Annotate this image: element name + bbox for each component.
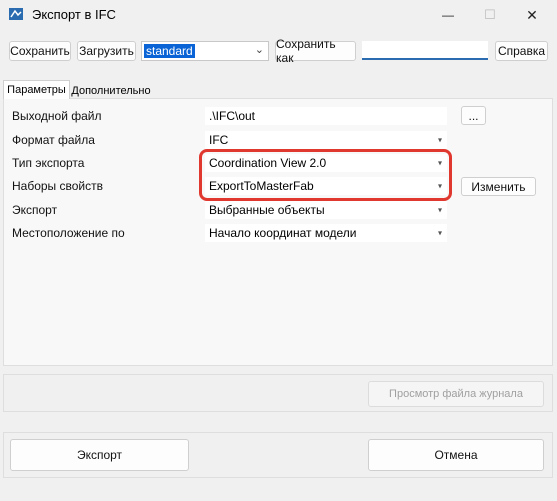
export-button[interactable]: Экспорт (10, 439, 189, 471)
property-sets-select[interactable]: ExportToMasterFab ▾ (205, 177, 447, 195)
export-scope-value: Выбранные объекты (209, 203, 325, 217)
maximize-button[interactable]: ☐ (470, 0, 510, 30)
window-title: Экспорт в IFC (32, 7, 116, 22)
property-sets-value: ExportToMasterFab (209, 179, 314, 193)
dropdown-arrow-icon: ▾ (437, 158, 442, 168)
dropdown-arrow-icon: ▾ (437, 135, 442, 145)
dropdown-arrow-icon: ▾ (437, 181, 442, 191)
label-property-sets: Наборы свойств (12, 179, 104, 193)
dropdown-arrow-icon: ▾ (437, 205, 442, 215)
minimize-button[interactable]: — (428, 0, 468, 30)
tab-extra[interactable]: Дополнительно (70, 83, 152, 99)
label-file-format: Формат файла (12, 133, 95, 147)
cancel-button[interactable]: Отмена (368, 439, 544, 471)
location-value: Начало координат модели (209, 226, 357, 240)
tab-params[interactable]: Параметры (3, 80, 70, 99)
label-export: Экспорт (12, 203, 58, 217)
save-as-button[interactable]: Сохранить как (275, 37, 356, 65)
file-format-value: IFC (209, 133, 229, 147)
config-select[interactable]: standard ⌄ (141, 41, 269, 61)
title-bar: Экспорт в IFC — ☐ ✕ (0, 0, 557, 30)
label-location: Местоположение по (12, 226, 125, 240)
file-format-select[interactable]: IFC ▾ (205, 131, 447, 149)
load-button[interactable]: Загрузить (77, 41, 136, 61)
save-button[interactable]: Сохранить (9, 41, 71, 61)
change-button[interactable]: Изменить (461, 177, 536, 196)
chevron-down-icon: ⌄ (254, 44, 264, 56)
config-select-value: standard (144, 44, 195, 58)
location-select[interactable]: Начало координат модели ▾ (205, 224, 447, 242)
save-as-name-input[interactable] (362, 41, 488, 60)
export-type-value: Coordination View 2.0 (209, 156, 327, 170)
view-log-button[interactable]: Просмотр файла журнала (368, 381, 544, 407)
export-scope-select[interactable]: Выбранные объекты ▾ (205, 201, 447, 219)
help-button[interactable]: Справка (495, 41, 548, 61)
export-type-select[interactable]: Coordination View 2.0 ▾ (205, 154, 447, 172)
label-export-type: Тип экспорта (12, 156, 85, 170)
dropdown-arrow-icon: ▾ (437, 228, 442, 238)
close-button[interactable]: ✕ (512, 0, 552, 30)
output-file-input[interactable]: .\IFC\out (205, 107, 447, 125)
label-output-file: Выходной файл (12, 109, 102, 123)
app-icon (9, 8, 23, 20)
browse-button[interactable]: ... (461, 106, 486, 125)
output-file-value: .\IFC\out (209, 109, 256, 123)
